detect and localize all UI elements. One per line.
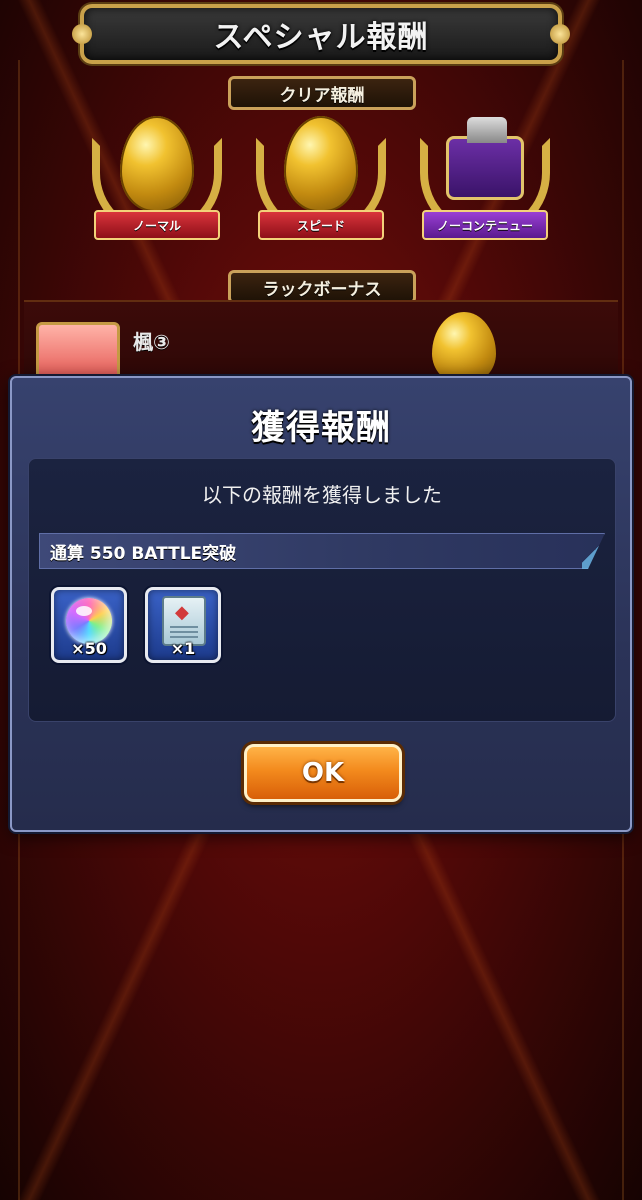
title-ornament-icon [550, 24, 570, 44]
reward-badge-normal: ノーマル [82, 108, 232, 258]
luck-bonus-label: ラックボーナス [228, 270, 416, 304]
reward-badge-no-continue: ノーコンテニュー [410, 108, 560, 258]
golden-egg-icon [284, 116, 358, 212]
screen-title-bar: スペシャル報酬 [72, 4, 570, 64]
modal-title: 獲得報酬 [251, 408, 391, 448]
modal-message: 以下の報酬を獲得しました [202, 483, 442, 507]
golden-egg-icon [120, 116, 194, 212]
reward-item-scroll[interactable]: ×1 [145, 587, 221, 663]
screen-title: スペシャル報酬 [213, 20, 429, 55]
reward-ribbon: ノーマル [94, 210, 220, 240]
ok-button[interactable]: OK [244, 744, 402, 802]
title-ornament-icon [72, 24, 92, 44]
item-quantity: ×1 [170, 639, 196, 658]
treasure-chest-icon [446, 117, 524, 200]
reward-badge-speed: スピード [246, 108, 396, 258]
reward-category-bar: 通算 550 BATTLE突破 [39, 533, 605, 569]
clear-reward-label: クリア報酬 [228, 76, 416, 110]
modal-content-panel: 以下の報酬を獲得しました 通算 550 BATTLE突破 ×50 ×1 [28, 458, 616, 722]
reward-ribbon: ノーコンテニュー [422, 210, 548, 240]
character-name: 楓③ [133, 330, 170, 354]
reward-item-orb[interactable]: ×50 [51, 587, 127, 663]
item-quantity: ×50 [71, 639, 107, 658]
reward-ribbon: スピード [258, 210, 384, 240]
reward-modal: 獲得報酬 以下の報酬を獲得しました 通算 550 BATTLE突破 ×50 ×1… [10, 376, 632, 832]
character-avatar [36, 322, 120, 382]
rainbow-orb-icon [66, 598, 112, 644]
